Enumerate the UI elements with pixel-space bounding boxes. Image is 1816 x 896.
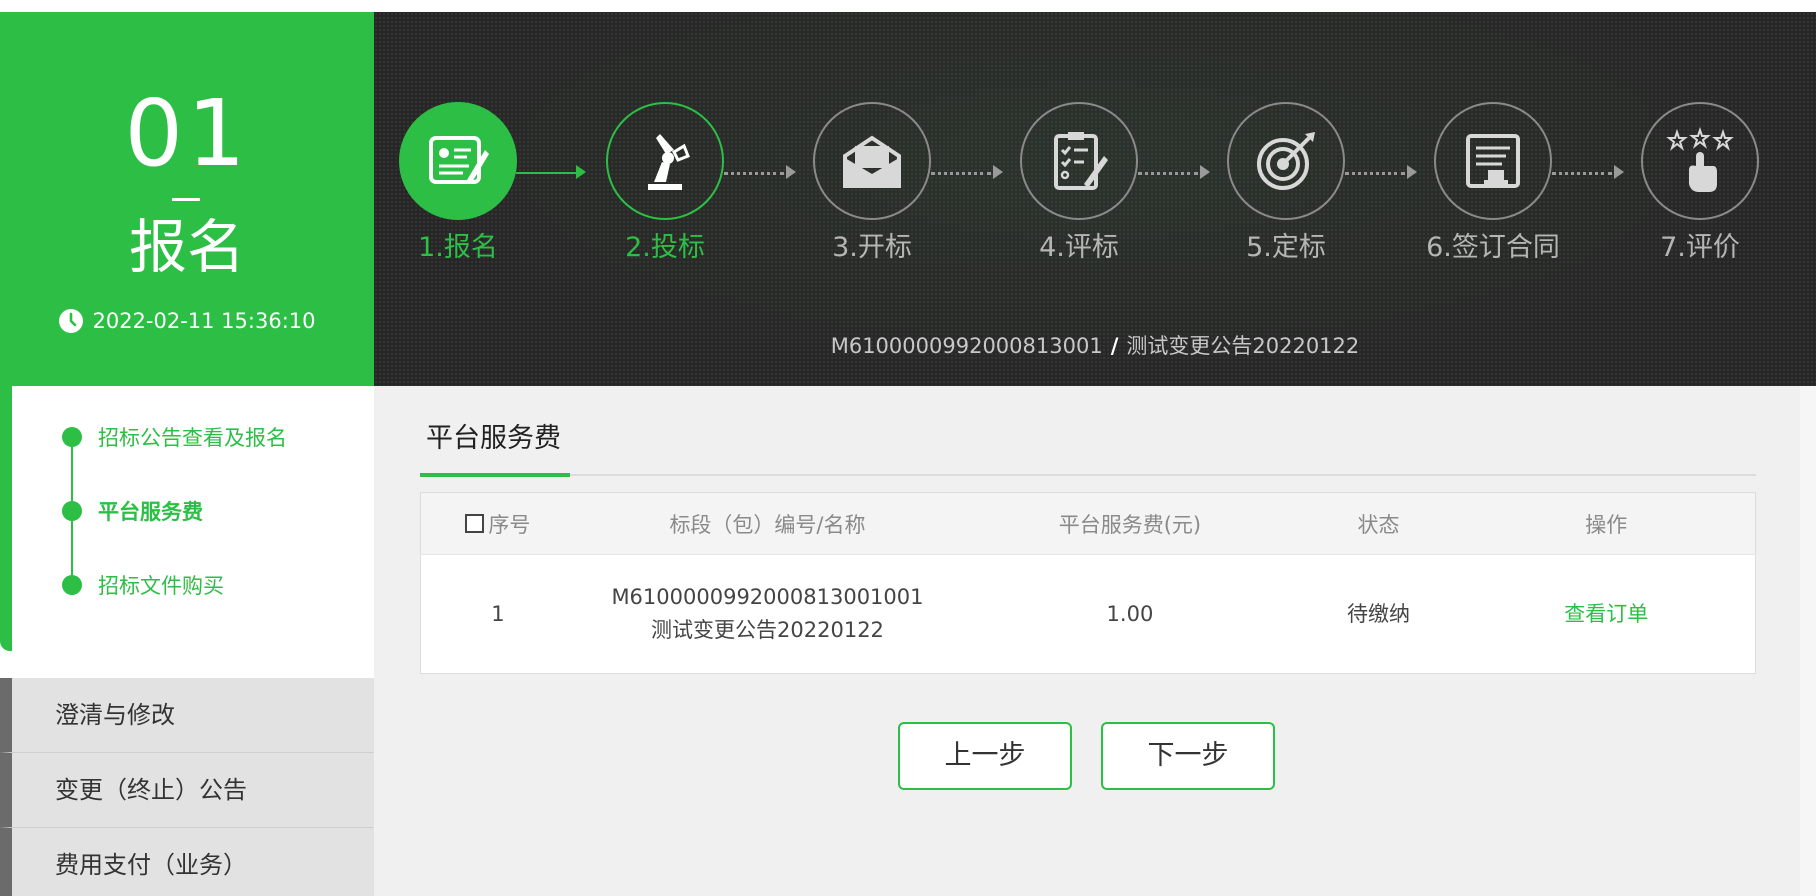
project-info: M6100000992000813001 / 测试变更公告20220122 — [374, 330, 1816, 360]
title-divider — [420, 474, 1756, 476]
menu-item-fee-payment[interactable]: 费用支付（业务） — [0, 828, 374, 896]
step-rating[interactable]: 7.评价 — [1620, 102, 1780, 266]
step-award[interactable]: 5.定标 — [1206, 102, 1366, 266]
step-label: 7.评价 — [1660, 232, 1740, 263]
rating-stars-icon — [1666, 126, 1734, 192]
step-label: 6.签订合同 — [1426, 232, 1560, 263]
phase-datetime: 2022-02-11 15:36:10 — [0, 306, 374, 336]
phase-datetime-text: 2022-02-11 15:36:10 — [92, 309, 316, 333]
project-separator: / — [1110, 334, 1119, 358]
cell-section: M6100000992000813001001 测试变更公告20220122 — [575, 581, 960, 647]
phase-divider — [172, 198, 200, 201]
timeline-item-notice-registration[interactable]: 招标公告查看及报名 — [62, 422, 287, 452]
step-circle — [1434, 102, 1552, 220]
step-label: 5.定标 — [1246, 232, 1326, 263]
header-action: 操作 — [1585, 512, 1628, 537]
robot-arm-icon — [648, 134, 690, 190]
project-name: 测试变更公告20220122 — [1126, 334, 1360, 358]
contract-stamp-icon — [1466, 134, 1520, 188]
select-all-checkbox[interactable] — [465, 514, 485, 533]
next-step-button[interactable]: 下一步 — [1101, 722, 1275, 790]
step-label: 4.评标 — [1039, 232, 1119, 263]
timeline-dot — [62, 427, 82, 447]
sub-step-timeline: 招标公告查看及报名 平台服务费 招标文件购买 — [12, 386, 374, 651]
step-circle — [1641, 102, 1759, 220]
timeline-item-tender-doc-purchase[interactable]: 招标文件购买 — [62, 570, 224, 600]
step-circle — [1020, 102, 1138, 220]
header-fee: 平台服务费(元) — [1058, 512, 1202, 537]
header-index-label: 序号 — [488, 512, 531, 537]
timeline-dot — [62, 575, 82, 595]
project-code: M6100000992000813001 — [830, 334, 1103, 358]
header-index: 序号 — [421, 509, 575, 539]
scroll-edge — [1800, 386, 1816, 896]
target-dart-icon — [1257, 132, 1315, 190]
step-bidding[interactable]: 2.投标 — [585, 102, 745, 266]
open-envelope-icon — [843, 135, 901, 188]
section-code: M6100000992000813001001 — [611, 585, 924, 609]
clipboard-evaluate-icon — [1054, 132, 1108, 190]
title-active-underline — [420, 473, 570, 477]
step-bid-opening[interactable]: 3.开标 — [792, 102, 952, 266]
menu-item-change-notice[interactable]: 变更（终止）公告 — [0, 753, 374, 828]
step-label: 2.投标 — [625, 232, 705, 263]
table-header: 序号 标段（包）编号/名称 平台服务费(元) 状态 操作 — [421, 493, 1755, 555]
registration-form-icon — [429, 136, 489, 184]
step-circle — [813, 102, 931, 220]
step-circle — [606, 102, 724, 220]
step-circle — [1227, 102, 1345, 220]
process-steps-banner: 1.报名 2.投标 3.开标 4.评标 5.定标 6.签订合同 7.评价 M61… — [374, 12, 1816, 386]
timeline-item-platform-fee[interactable]: 平台服务费 — [62, 496, 203, 526]
step-label: 3.开标 — [832, 232, 912, 263]
section-name: 测试变更公告20220122 — [651, 618, 884, 642]
timeline-label: 招标公告查看及报名 — [98, 426, 287, 450]
timeline-label: 招标文件购买 — [98, 574, 224, 598]
menu-item-clarification[interactable]: 澄清与修改 — [0, 678, 374, 753]
page-root: 01 报名 2022-02-11 15:36:10 1.报名 2.投标 3.开标… — [0, 0, 1816, 896]
left-accent-strip — [0, 386, 12, 651]
view-order-link[interactable]: 查看订单 — [1457, 598, 1755, 631]
step-label: 1.报名 — [418, 232, 498, 263]
main-content: 平台服务费 序号 标段（包）编号/名称 平台服务费(元) 状态 操作 1 M61… — [374, 386, 1816, 896]
fee-table: 序号 标段（包）编号/名称 平台服务费(元) 状态 操作 1 M61000009… — [420, 492, 1756, 674]
table-row: 1 M6100000992000813001001 测试变更公告20220122… — [421, 555, 1755, 673]
step-bid-evaluation[interactable]: 4.评标 — [999, 102, 1159, 266]
timeline-dot — [62, 501, 82, 521]
step-sign-contract[interactable]: 6.签订合同 — [1413, 102, 1573, 266]
phase-name: 报名 — [128, 213, 245, 281]
clock-icon — [59, 309, 84, 333]
timeline-label: 平台服务费 — [98, 500, 203, 524]
phase-number: 01 — [124, 80, 250, 187]
section-title: 平台服务费 — [426, 423, 561, 454]
cell-status: 待缴纳 — [1347, 601, 1411, 626]
step-circle — [399, 102, 517, 220]
prev-step-button[interactable]: 上一步 — [898, 722, 1072, 790]
header-status: 状态 — [1357, 512, 1400, 537]
step-registration[interactable]: 1.报名 — [378, 102, 538, 266]
cell-index: 1 — [491, 601, 505, 626]
side-menu: 澄清与修改 变更（终止）公告 费用支付（业务） — [0, 678, 374, 896]
current-phase-panel: 01 报名 2022-02-11 15:36:10 — [0, 12, 374, 386]
header-section: 标段（包）编号/名称 — [669, 512, 866, 537]
cell-fee: 1.00 — [1106, 601, 1154, 626]
